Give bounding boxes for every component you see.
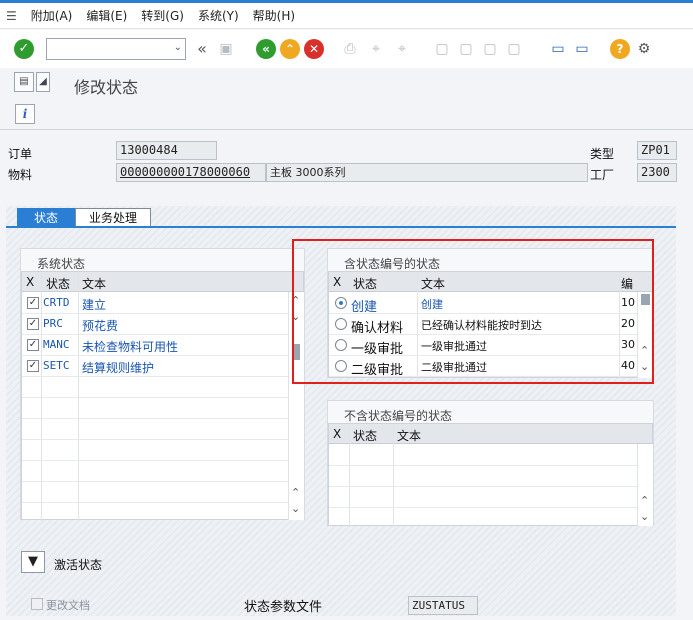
save-icon[interactable]: ▣	[216, 39, 236, 59]
status-text: 预花费	[82, 319, 119, 333]
double-chevron-left-icon[interactable]: «	[192, 39, 212, 59]
highlight-box	[292, 239, 654, 384]
last-page-icon[interactable]: ▢	[504, 39, 524, 59]
tab-status[interactable]: 状态	[17, 208, 75, 228]
table-row	[22, 398, 303, 419]
tab-business-processing[interactable]: 业务处理	[75, 208, 151, 228]
scroll-down-icon[interactable]: ⌄	[640, 510, 649, 523]
table-row	[22, 419, 303, 440]
plant-field: 2300	[637, 163, 677, 182]
divider	[0, 129, 693, 130]
first-page-icon[interactable]: ▢	[432, 39, 452, 59]
menu-item-edit[interactable]: 编辑(E)	[86, 7, 127, 24]
table-row	[329, 445, 652, 466]
status-text: 建立	[82, 298, 107, 312]
status-text: 结算规则维护	[82, 361, 155, 375]
table-row[interactable]: ✓ PRC 预花费	[22, 314, 303, 335]
status-code: PRC	[43, 317, 63, 330]
scroll-down-icon[interactable]: ⌄	[291, 502, 300, 515]
shortcut-icon[interactable]: ▭	[572, 39, 592, 59]
system-status-group: 系统状态 X 状态 文本 ✓ CRTD 建立 ✓ PRC 预花费 ✓ MANC …	[20, 248, 305, 521]
menu-icon[interactable]: ☰	[6, 9, 17, 23]
status-without-number-title: 不含状态编号的状态	[344, 409, 453, 423]
table-row[interactable]: ✓ CRTD 建立	[22, 293, 303, 314]
material-field: 000000000178000060	[116, 163, 266, 182]
status-without-number-group: 不含状态编号的状态 X 状态 文本 ⌃ ⌄	[327, 400, 654, 527]
command-field[interactable]: ⌄	[46, 38, 186, 60]
table-row	[22, 461, 303, 482]
type-label: 类型	[590, 147, 615, 161]
standard-toolbar: ✓ ⌄ « ▣ « ⌃ ✕ ⎙ ⌖ ⌖ ▢ ▢ ▢ ▢ ▭ ▭ ? ⚙	[0, 30, 693, 68]
back-icon[interactable]: «	[256, 39, 276, 59]
menu-toggle-icon[interactable]: ▤	[14, 72, 34, 92]
expand-icon[interactable]: ◢	[36, 72, 50, 92]
table-row[interactable]: ✓ SETC 结算规则维护	[22, 356, 303, 377]
table-row	[329, 487, 652, 508]
activate-status-label: 激活状态	[54, 558, 103, 572]
title-bar: ▤ ◢ 修改状态	[0, 68, 693, 100]
scroll-up-icon[interactable]: ⌃	[291, 486, 300, 499]
status-checkbox[interactable]: ✓	[27, 339, 39, 351]
status-code: SETC	[43, 359, 70, 372]
settings-gear-icon[interactable]: ⚙	[634, 39, 654, 59]
menu-item-help[interactable]: 帮助(H)	[253, 7, 295, 24]
col-text: 文本	[397, 429, 422, 443]
col-text: 文本	[82, 277, 107, 291]
tab-underline	[6, 226, 676, 228]
info-icon[interactable]: i	[15, 104, 35, 124]
table-header: X 状态 文本	[329, 424, 652, 444]
system-status-title: 系统状态	[37, 257, 86, 271]
status-profile-field: ZUSTATUS	[408, 596, 478, 615]
system-status-table: X 状态 文本 ✓ CRTD 建立 ✓ PRC 预花费 ✓ MANC 未检查物料…	[21, 271, 304, 521]
order-label: 订单	[8, 147, 33, 161]
table-row	[22, 482, 303, 503]
menu-item-extras[interactable]: 附加(A)	[31, 7, 73, 24]
order-field: 13000484	[116, 141, 217, 160]
change-docs-label: 更改文档	[46, 599, 90, 612]
status-checkbox[interactable]: ✓	[27, 297, 39, 309]
create-session-icon[interactable]: ▭	[548, 39, 568, 59]
status-code: CRTD	[43, 296, 70, 309]
status-checkbox[interactable]: ✓	[27, 318, 39, 330]
print-icon[interactable]: ⎙	[340, 39, 360, 59]
table-row[interactable]: ✓ MANC 未检查物料可用性	[22, 335, 303, 356]
status-text: 未检查物料可用性	[82, 340, 179, 354]
col-status: 状态	[353, 429, 378, 443]
previous-page-icon[interactable]: ▢	[456, 39, 476, 59]
menu-item-system[interactable]: 系统(Y)	[198, 7, 239, 24]
status-profile-label: 状态参数文件	[244, 600, 323, 615]
page-title: 修改状态	[74, 78, 139, 97]
col-x: X	[26, 275, 35, 289]
col-x: X	[333, 427, 342, 441]
table-row	[22, 440, 303, 461]
table-row	[22, 377, 303, 398]
col-status: 状态	[46, 277, 71, 291]
scroll-up-icon[interactable]: ⌃	[640, 494, 649, 507]
find-icon[interactable]: ⌖	[366, 39, 386, 59]
exit-icon[interactable]: ⌃	[280, 39, 300, 59]
vertical-scrollbar[interactable]: ⌃ ⌄	[637, 444, 653, 526]
type-field: ZP01	[637, 141, 677, 160]
help-icon[interactable]: ?	[610, 39, 630, 59]
menu-bar: ☰ 附加(A) 编辑(E) 转到(G) 系统(Y) 帮助(H)	[0, 3, 693, 29]
change-docs-checkbox[interactable]	[31, 598, 43, 610]
material-label: 物料	[8, 168, 33, 182]
chevron-down-icon[interactable]: ⌄	[174, 42, 182, 53]
menu-item-goto[interactable]: 转到(G)	[141, 7, 184, 24]
enter-check-icon[interactable]: ✓	[14, 39, 34, 59]
table-header: X 状态 文本	[22, 272, 303, 292]
next-page-icon[interactable]: ▢	[480, 39, 500, 59]
find-next-icon[interactable]: ⌖	[392, 39, 412, 59]
plant-label: 工厂	[590, 168, 615, 182]
status-code: MANC	[43, 338, 70, 351]
filter-icon[interactable]: ▼	[21, 551, 45, 573]
cancel-icon[interactable]: ✕	[304, 39, 324, 59]
status-without-number-table: X 状态 文本 ⌃ ⌄	[328, 423, 653, 527]
status-checkbox[interactable]: ✓	[27, 360, 39, 372]
material-desc-field: 主板 3000系列	[266, 163, 588, 182]
table-row	[329, 466, 652, 487]
